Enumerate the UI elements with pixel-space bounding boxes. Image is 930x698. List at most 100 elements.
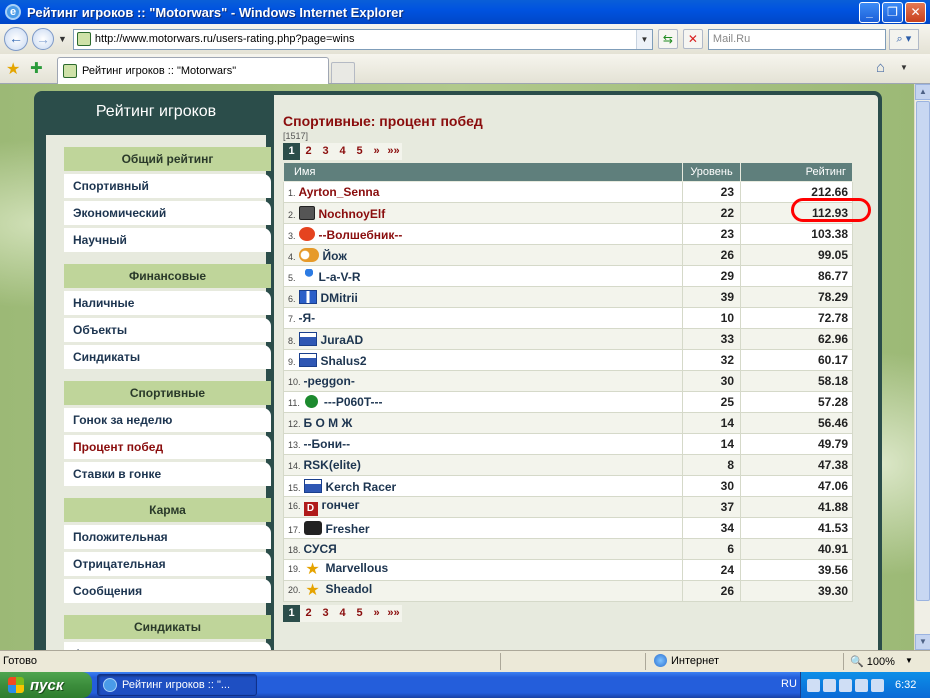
maximize-button[interactable]: ❐ <box>882 1 903 23</box>
minimize-button[interactable]: _ <box>859 1 880 23</box>
sidebar-item[interactable]: Спортивный <box>64 174 271 198</box>
player-name-link[interactable]: -Я- <box>299 311 316 325</box>
pager-link[interactable]: 2 <box>300 143 317 160</box>
sidebar-item[interactable]: Синдикаты <box>64 345 271 369</box>
window-title: Рейтинг игроков :: "Motorwars" - Windows… <box>27 4 404 20</box>
security-zone[interactable]: Интернет <box>654 654 719 667</box>
pager-link[interactable]: 3 <box>317 605 334 622</box>
scroll-down-icon[interactable]: ▼ <box>915 634 930 650</box>
player-name-link[interactable]: L-a-V-R <box>319 270 361 284</box>
pager-link[interactable]: 5 <box>351 605 368 622</box>
zoom-level[interactable]: 🔍 100% <box>850 655 895 668</box>
address-url[interactable]: http://www.motorwars.ru/users-rating.php… <box>95 33 636 45</box>
sidebar-item[interactable]: Наличные <box>64 291 271 315</box>
pager-link[interactable]: 2 <box>300 605 317 622</box>
player-name-link[interactable]: Shalus2 <box>321 354 367 368</box>
sidebar-item[interactable]: Положительная <box>64 525 271 549</box>
player-name-link[interactable]: Йож <box>323 249 347 263</box>
pager-link[interactable]: » <box>368 143 385 160</box>
player-name-link[interactable]: Kerch Racer <box>326 480 397 494</box>
column-rating[interactable]: Рейтинг <box>740 162 853 182</box>
zoom-dropdown-icon[interactable]: ▼ <box>905 656 913 665</box>
swirl-icon <box>298 226 315 241</box>
player-name-link[interactable]: ---P060T--- <box>324 395 383 409</box>
sidebar-section: СиндикатыФинансы синдикатовПрибыль с объ… <box>64 615 271 650</box>
row-number: 16. <box>288 501 301 511</box>
player-name-link[interactable]: NochnoyElf <box>319 207 386 221</box>
player-name-link[interactable]: Marvellous <box>326 561 389 575</box>
tray-icon[interactable] <box>855 678 868 692</box>
add-favorite-icon[interactable]: ✚ <box>30 59 43 77</box>
back-button[interactable]: ← <box>4 27 28 51</box>
tray-icon[interactable] <box>839 678 852 692</box>
scroll-thumb[interactable] <box>916 101 930 601</box>
sidebar-item[interactable]: Гонок за неделю <box>64 408 271 432</box>
player-name-link[interactable]: Sheadol <box>326 582 373 596</box>
green-dot-icon <box>304 395 318 408</box>
pager-link[interactable]: 1 <box>283 143 300 160</box>
sidebar-item[interactable]: Экономический <box>64 201 271 225</box>
sidebar-item[interactable]: Процент побед <box>64 435 271 459</box>
tab-active[interactable]: Рейтинг игроков :: "Motorwars" <box>57 57 329 84</box>
tray-icons <box>807 678 887 692</box>
refresh-button[interactable]: ⇆ <box>657 29 678 49</box>
pager-link[interactable]: 3 <box>317 143 334 160</box>
favorites-star-icon[interactable]: ★ <box>6 59 20 79</box>
player-name-link[interactable]: DMitrii <box>321 291 358 305</box>
player-name-link[interactable]: JuraAD <box>321 333 364 347</box>
player-name-link[interactable]: Fresher <box>326 522 370 536</box>
new-tab-button[interactable] <box>331 62 355 83</box>
scroll-up-icon[interactable]: ▲ <box>915 84 930 100</box>
sidebar-item[interactable]: Отрицательная <box>64 552 271 576</box>
forward-button[interactable]: → <box>32 28 54 50</box>
search-input[interactable]: Mail.Ru <box>707 28 886 50</box>
clock[interactable]: 6:32 <box>895 679 916 691</box>
player-name-link[interactable]: Ayrton_Senna <box>299 185 380 199</box>
tray-icon[interactable] <box>871 678 884 692</box>
player-name-link[interactable]: Б О М Ж <box>304 416 353 430</box>
player-name-link[interactable]: -peggon- <box>304 374 355 388</box>
sidebar-item[interactable]: Ставки в гонке <box>64 462 271 486</box>
player-name-link[interactable]: СУСЯ <box>304 542 337 556</box>
sidebar-item[interactable]: Научный <box>64 228 271 252</box>
player-rating: 41.88 <box>740 496 853 518</box>
table-row: 20. ★ Sheadol 26 39.30 <box>283 580 853 602</box>
pager-link[interactable]: 5 <box>351 143 368 160</box>
player-name-link[interactable]: --Волшебник-- <box>319 228 403 242</box>
pager-link[interactable]: 4 <box>334 143 351 160</box>
player-level: 24 <box>682 559 741 581</box>
home-icon[interactable]: ⌂ <box>876 59 885 76</box>
sidebar-item[interactable]: Финансы синдикатов <box>64 642 271 650</box>
player-cell: 12. Б О М Ж <box>283 412 683 434</box>
player-level: 33 <box>682 328 741 350</box>
close-button[interactable]: ✕ <box>905 1 926 23</box>
table-row: 1. Ayrton_Senna 23 212.66 <box>283 181 853 203</box>
language-indicator[interactable]: RU <box>781 678 797 690</box>
player-cell: 2. NochnoyElf <box>283 202 683 224</box>
column-level[interactable]: Уровень <box>682 162 741 182</box>
player-name-link[interactable]: гончег <box>322 498 360 512</box>
pager-link[interactable]: »» <box>385 605 402 622</box>
history-dropdown-icon[interactable]: ▼ <box>58 34 67 44</box>
pager-link[interactable]: 1 <box>283 605 300 622</box>
home-dropdown-icon[interactable]: ▼ <box>900 63 908 72</box>
tray-icon[interactable] <box>807 678 820 692</box>
vertical-scrollbar[interactable]: ▲ ▼ <box>914 84 930 650</box>
start-button[interactable]: пуск <box>0 672 92 698</box>
tray-icon[interactable] <box>823 678 836 692</box>
pager-link[interactable]: » <box>368 605 385 622</box>
taskbar-item-ie[interactable]: Рейтинг игроков :: "... <box>97 674 257 696</box>
row-number: 1. <box>288 188 296 198</box>
player-name-link[interactable]: RSK(elite) <box>304 458 361 472</box>
stop-button[interactable]: ✕ <box>682 29 703 49</box>
column-name[interactable]: Имя <box>283 162 683 182</box>
sidebar-item[interactable]: Сообщения <box>64 579 271 603</box>
row-number: 5. <box>288 272 296 283</box>
address-dropdown-icon[interactable]: ▼ <box>635 29 652 49</box>
search-button[interactable]: ⌕ ▾ <box>888 28 919 50</box>
address-bar[interactable]: http://www.motorwars.ru/users-rating.php… <box>72 28 653 50</box>
pager-link[interactable]: 4 <box>334 605 351 622</box>
sidebar-item[interactable]: Объекты <box>64 318 271 342</box>
player-name-link[interactable]: --Бони-- <box>304 437 351 451</box>
pager-link[interactable]: »» <box>385 143 402 160</box>
